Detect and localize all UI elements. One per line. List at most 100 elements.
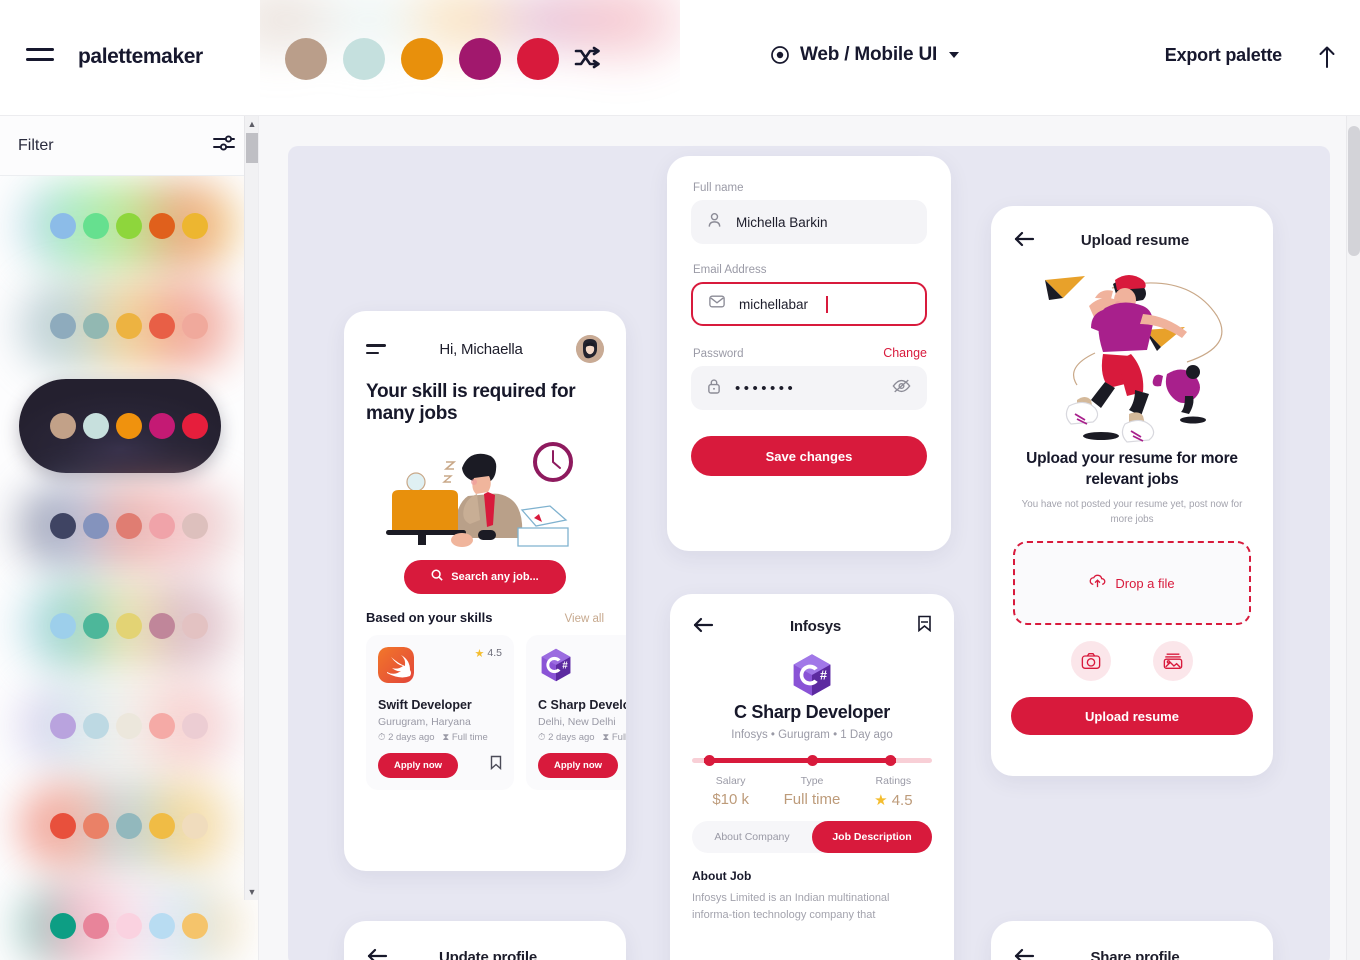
palette-dots bbox=[50, 313, 208, 339]
mode-selector[interactable]: Web / Mobile UI bbox=[770, 44, 960, 66]
palette-dot-5[interactable] bbox=[182, 413, 208, 439]
palette-dot-1[interactable] bbox=[50, 513, 76, 539]
save-changes-button[interactable]: Save changes bbox=[691, 436, 927, 476]
slider-knob[interactable] bbox=[885, 755, 896, 766]
palette-dot-5[interactable] bbox=[182, 613, 208, 639]
upload-resume-button[interactable]: Upload resume bbox=[1011, 697, 1253, 736]
filter-label: Filter bbox=[18, 136, 54, 154]
palette-dot-2[interactable] bbox=[83, 913, 109, 939]
palette-dot-3[interactable] bbox=[116, 213, 142, 239]
arrow-up-icon[interactable] bbox=[1314, 42, 1340, 72]
job-card[interactable]: ★ 4.5 Swift Developer Gurugram, Haryana … bbox=[366, 634, 514, 790]
scrollbar-thumb[interactable] bbox=[1348, 126, 1360, 256]
fullname-field[interactable]: Michella Barkin bbox=[691, 200, 927, 244]
avatar[interactable] bbox=[575, 335, 604, 363]
palette-dot-1[interactable] bbox=[50, 713, 76, 739]
palette-dot-3[interactable] bbox=[116, 413, 142, 439]
palette-dot-2[interactable] bbox=[83, 313, 109, 339]
palette-dot-5[interactable] bbox=[182, 213, 208, 239]
palette-dot-5[interactable] bbox=[182, 813, 208, 839]
palette-dot-5[interactable] bbox=[182, 313, 208, 339]
palette-swatch-3[interactable] bbox=[401, 38, 443, 80]
palette-dot-2[interactable] bbox=[83, 213, 109, 239]
shuffle-icon[interactable] bbox=[573, 44, 605, 72]
drop-file-zone[interactable]: Drop a file bbox=[1013, 541, 1251, 626]
scroll-up-icon[interactable]: ▲ bbox=[245, 116, 259, 132]
palette-dot-2[interactable] bbox=[83, 413, 109, 439]
bookmark-icon[interactable] bbox=[490, 755, 502, 775]
export-palette-button[interactable]: Export palette bbox=[1165, 45, 1282, 66]
palette-dot-3[interactable] bbox=[116, 513, 142, 539]
palette-dot-2[interactable] bbox=[83, 813, 109, 839]
palette-dot-3[interactable] bbox=[116, 713, 142, 739]
eye-off-icon[interactable] bbox=[892, 378, 911, 399]
back-arrow-icon[interactable] bbox=[692, 616, 714, 636]
palette-dot-2[interactable] bbox=[83, 513, 109, 539]
palette-dot-2[interactable] bbox=[83, 713, 109, 739]
palette-swatch-2[interactable] bbox=[343, 38, 385, 80]
palette-row-4[interactable] bbox=[0, 476, 258, 576]
palette-row-1[interactable] bbox=[0, 176, 258, 276]
sliders-icon[interactable] bbox=[212, 133, 236, 158]
tab-job-description[interactable]: Job Description bbox=[812, 821, 932, 853]
scrollbar-thumb[interactable] bbox=[246, 133, 258, 163]
palette-dot-4[interactable] bbox=[149, 213, 175, 239]
canvas-scrollbar[interactable] bbox=[1346, 116, 1360, 960]
palette-dot-3[interactable] bbox=[116, 613, 142, 639]
palette-swatch-4[interactable] bbox=[459, 38, 501, 80]
palette-dot-1[interactable] bbox=[50, 213, 76, 239]
change-password-link[interactable]: Change bbox=[883, 346, 927, 360]
apply-now-button[interactable]: Apply now bbox=[538, 752, 619, 778]
palette-dot-5[interactable] bbox=[182, 913, 208, 939]
gallery-icon[interactable] bbox=[1153, 641, 1193, 682]
tab-about-company[interactable]: About Company bbox=[692, 831, 812, 843]
palette-dot-5[interactable] bbox=[182, 513, 208, 539]
palette-dot-4[interactable] bbox=[149, 713, 175, 739]
password-field[interactable]: ••••••• bbox=[691, 366, 927, 410]
slider-knob[interactable] bbox=[704, 755, 715, 766]
palette-dot-4[interactable] bbox=[149, 313, 175, 339]
palette-row-5[interactable] bbox=[0, 576, 258, 676]
palette-dot-1[interactable] bbox=[50, 913, 76, 939]
palette-dot-5[interactable] bbox=[182, 713, 208, 739]
palette-dot-4[interactable] bbox=[149, 913, 175, 939]
apply-now-button[interactable]: Apply now bbox=[378, 752, 459, 778]
palette-dot-3[interactable] bbox=[116, 313, 142, 339]
email-field[interactable]: michellabar bbox=[691, 282, 927, 326]
slider-knob[interactable] bbox=[806, 755, 818, 766]
upload-subtext: You have not posted your resume yet, pos… bbox=[1021, 498, 1243, 525]
search-job-button[interactable]: Search any job... bbox=[404, 559, 566, 594]
camera-icon[interactable] bbox=[1071, 641, 1111, 682]
palette-dot-4[interactable] bbox=[149, 513, 175, 539]
bookmark-icon[interactable] bbox=[917, 615, 932, 637]
menu-icon[interactable] bbox=[366, 344, 386, 354]
palette-swatch-1[interactable] bbox=[285, 38, 327, 80]
palette-row-6[interactable] bbox=[0, 676, 258, 776]
palette-swatch-list bbox=[285, 38, 559, 80]
job-range-slider[interactable] bbox=[692, 755, 932, 766]
palette-swatch-bar bbox=[260, 0, 680, 115]
palette-row-2[interactable] bbox=[0, 276, 258, 376]
palette-dot-1[interactable] bbox=[50, 413, 76, 439]
palette-row-7[interactable] bbox=[0, 776, 258, 876]
palette-dot-4[interactable] bbox=[149, 613, 175, 639]
palette-dot-3[interactable] bbox=[116, 913, 142, 939]
palette-dot-4[interactable] bbox=[149, 813, 175, 839]
palette-dot-2[interactable] bbox=[83, 613, 109, 639]
palette-dot-1[interactable] bbox=[50, 813, 76, 839]
palette-swatch-5[interactable] bbox=[517, 38, 559, 80]
palette-dot-1[interactable] bbox=[50, 313, 76, 339]
back-arrow-icon[interactable] bbox=[366, 947, 388, 960]
palette-row-3[interactable] bbox=[0, 376, 258, 476]
palette-dot-1[interactable] bbox=[50, 613, 76, 639]
scroll-down-icon[interactable]: ▼ bbox=[245, 884, 259, 900]
back-arrow-icon[interactable] bbox=[1013, 230, 1035, 250]
sidebar-scrollbar[interactable]: ▲ ▼ bbox=[244, 116, 258, 900]
hamburger-icon[interactable] bbox=[26, 48, 54, 68]
palette-dot-3[interactable] bbox=[116, 813, 142, 839]
job-card[interactable]: # ★ 4.5 C Sharp Developer Delhi, New Del… bbox=[526, 634, 626, 790]
back-arrow-icon[interactable] bbox=[1013, 947, 1035, 960]
palette-row-8[interactable] bbox=[0, 876, 258, 960]
view-all-link[interactable]: View all bbox=[565, 613, 604, 625]
palette-dot-4[interactable] bbox=[149, 413, 175, 439]
